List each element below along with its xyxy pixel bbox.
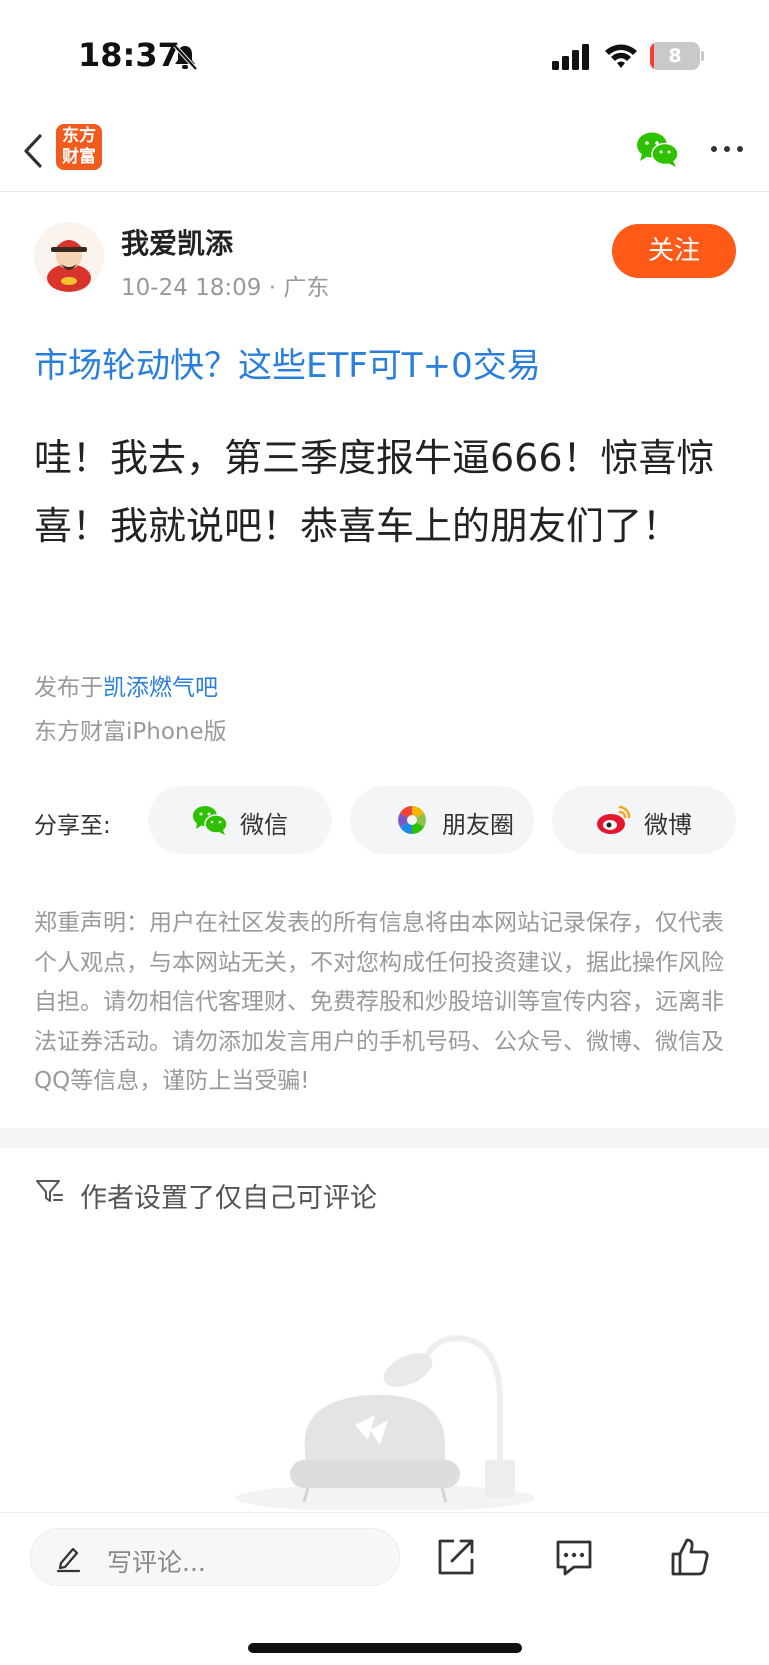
- comment-restriction-notice: 作者设置了仅自己可评论: [80, 1183, 377, 1214]
- published-in: 发布于凯添燃气吧: [34, 668, 218, 702]
- filter-icon: [36, 1180, 63, 1202]
- comment-placeholder: 写评论...: [107, 1548, 206, 1577]
- battery-percent: 8: [668, 45, 682, 67]
- more-options-icon[interactable]: [710, 144, 744, 154]
- cellular-signal-icon: [552, 44, 589, 70]
- logo-line-1: 东方: [62, 126, 96, 146]
- legal-disclaimer: 郑重声明：用户在社区发表的所有信息将由本网站记录保存，仅代表个人观点，与本网站无…: [34, 910, 724, 1094]
- back-arrow-icon[interactable]: [18, 130, 48, 172]
- comment-input[interactable]: 写评论...: [30, 1528, 400, 1586]
- share-wechat-label: 微信: [240, 811, 288, 839]
- status-bar: 18:37 8: [0, 0, 769, 110]
- logo-line-2: 财富: [62, 147, 96, 167]
- wifi-icon: [605, 44, 637, 68]
- comment-icon[interactable]: [552, 1535, 596, 1579]
- share-icon[interactable]: [434, 1535, 478, 1579]
- share-weibo-label: 微博: [644, 811, 692, 839]
- author-name[interactable]: 我爱凯添: [121, 222, 233, 262]
- bottom-action-bar: 写评论...: [0, 1512, 769, 1665]
- follow-button[interactable]: 关注: [612, 224, 736, 278]
- share-wechat-button[interactable]: 微信: [148, 786, 332, 854]
- wechat-share-icon[interactable]: [636, 130, 680, 168]
- client-source: 东方财富iPhone版: [34, 719, 227, 745]
- share-weibo-button[interactable]: 微博: [552, 786, 736, 854]
- post-body: 哇！我去，第三季度报牛逼666！惊喜惊喜！我就说吧！恭喜车上的朋友们了！: [34, 436, 715, 548]
- home-indicator: [248, 1643, 522, 1653]
- promoted-title-link[interactable]: 市场轮动快？这些ETF可T+0交易: [34, 338, 541, 387]
- share-label: 分享至:: [34, 813, 111, 839]
- forum-link[interactable]: 凯添燃气吧: [103, 675, 218, 701]
- status-time: 18:37: [78, 36, 180, 74]
- author-avatar[interactable]: [34, 222, 104, 292]
- section-divider: [0, 1128, 769, 1148]
- battery-indicator: 8: [650, 42, 704, 70]
- eastmoney-logo[interactable]: 东方 财富: [56, 124, 102, 170]
- moments-icon: [398, 806, 426, 834]
- pen-icon: [56, 1547, 81, 1573]
- wechat-icon: [193, 806, 228, 835]
- share-moments-label: 朋友圈: [442, 811, 514, 839]
- bell-muted-icon: [173, 44, 198, 71]
- share-moments-button[interactable]: 朋友圈: [350, 786, 534, 854]
- navigation-bar: 东方 财富: [0, 110, 769, 192]
- thumbs-up-icon[interactable]: [668, 1535, 712, 1579]
- weibo-icon: [597, 805, 631, 834]
- empty-comments-illustration: [235, 1335, 535, 1510]
- post-timestamp-location: 10-24 18:09 · 广东: [121, 275, 330, 301]
- fortune-god-avatar-icon: [34, 222, 104, 292]
- published-prefix: 发布于: [34, 675, 103, 701]
